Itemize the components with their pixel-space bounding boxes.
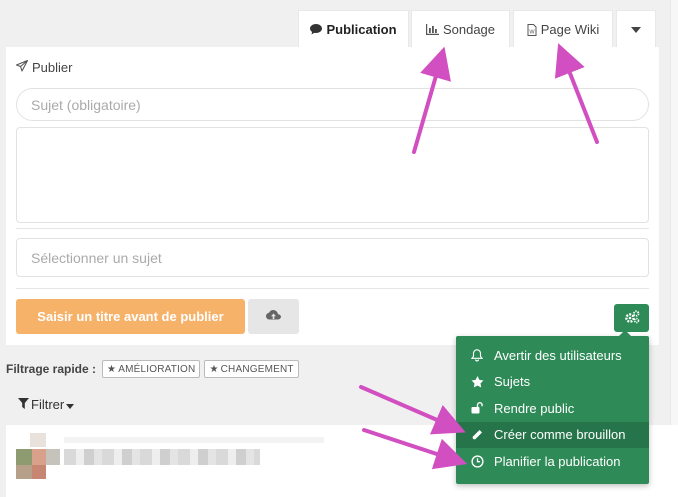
divider xyxy=(16,228,649,229)
blurred-topic-title xyxy=(64,449,260,465)
topic-select[interactable]: Sélectionner un sujet xyxy=(16,238,649,277)
filter-tag-changement[interactable]: ★ CHANGEMENT xyxy=(204,360,299,378)
filter-button-label: Filtrer xyxy=(31,397,65,412)
menu-item-schedule-publication[interactable]: Planifier la publication xyxy=(456,448,649,475)
menu-item-topics[interactable]: Sujets xyxy=(456,369,649,396)
tab-publication[interactable]: Publication xyxy=(298,10,409,48)
gears-icon xyxy=(624,309,640,327)
tab-label: Page Wiki xyxy=(540,22,600,37)
body-textarea[interactable] xyxy=(16,127,649,223)
options-menu: Avertir des utilisateurs Sujets Rendre p… xyxy=(456,330,649,484)
composer-panel: Publier Sélectionner un sujet Saisir un … xyxy=(6,47,659,345)
menu-item-make-public[interactable]: Rendre public xyxy=(456,395,649,422)
filter-dropdown-button[interactable]: Filtrer xyxy=(18,397,75,412)
caret-down-icon xyxy=(66,397,75,412)
svg-text:W: W xyxy=(529,29,535,35)
quick-filter-label: Filtrage rapide : xyxy=(6,362,97,376)
topic-select-placeholder: Sélectionner un sujet xyxy=(31,249,162,266)
quick-filter-bar: Filtrage rapide : ★ AMÉLIORATION ★ CHANG… xyxy=(6,360,299,378)
blurred-avatar xyxy=(16,449,32,465)
star-icon: ★ xyxy=(209,363,219,375)
composer-title-label: Publier xyxy=(32,60,73,75)
star-icon: ★ xyxy=(107,363,117,375)
wiki-page-icon: W xyxy=(527,23,537,36)
divider xyxy=(16,288,649,289)
menu-item-label: Rendre public xyxy=(494,400,575,416)
right-edge-panel xyxy=(670,0,678,497)
menu-item-label: Sujets xyxy=(494,374,531,390)
submit-button[interactable]: Saisir un titre avant de publier xyxy=(16,299,245,334)
cloud-upload-icon xyxy=(266,309,281,324)
bar-chart-icon xyxy=(425,24,439,35)
unlock-icon xyxy=(470,402,484,414)
blurred-text xyxy=(64,437,324,443)
tab-label: Sondage xyxy=(442,22,496,37)
tab-sondage[interactable]: Sondage xyxy=(411,10,510,48)
annotation-arrow xyxy=(359,385,466,435)
filter-icon xyxy=(18,397,29,412)
blurred-avatar xyxy=(32,449,46,465)
upload-button[interactable] xyxy=(248,299,299,334)
comment-icon xyxy=(310,24,323,35)
filter-tag-amelioration[interactable]: ★ AMÉLIORATION xyxy=(102,360,201,378)
menu-item-notify-users[interactable]: Avertir des utilisateurs xyxy=(456,342,649,369)
star-icon xyxy=(470,375,484,388)
composer-title: Publier xyxy=(15,59,73,75)
filter-tag-label: AMÉLIORATION xyxy=(118,363,196,375)
menu-item-label: Avertir des utilisateurs xyxy=(494,347,622,363)
blurred-avatar xyxy=(32,465,46,479)
menu-item-create-draft[interactable]: Créer comme brouillon xyxy=(456,421,649,448)
paper-plane-icon xyxy=(15,59,29,75)
filter-tag-label: CHANGEMENT xyxy=(220,363,294,375)
menu-item-label: Créer comme brouillon xyxy=(494,427,626,443)
blurred-avatar xyxy=(16,465,32,479)
tab-more-dropdown[interactable] xyxy=(616,10,656,48)
blurred-avatar xyxy=(46,449,60,465)
submit-button-label: Saisir un titre avant de publier xyxy=(37,309,224,324)
tab-page-wiki[interactable]: W Page Wiki xyxy=(513,10,613,48)
tab-label: Publication xyxy=(326,22,397,37)
options-gear-button[interactable] xyxy=(614,304,649,332)
clock-icon xyxy=(470,455,484,468)
pencil-icon xyxy=(470,429,484,441)
menu-item-label: Planifier la publication xyxy=(494,453,621,469)
subject-input[interactable] xyxy=(16,88,649,121)
caret-down-icon xyxy=(631,26,641,33)
blurred-avatar xyxy=(30,433,46,447)
bell-icon xyxy=(470,348,484,362)
